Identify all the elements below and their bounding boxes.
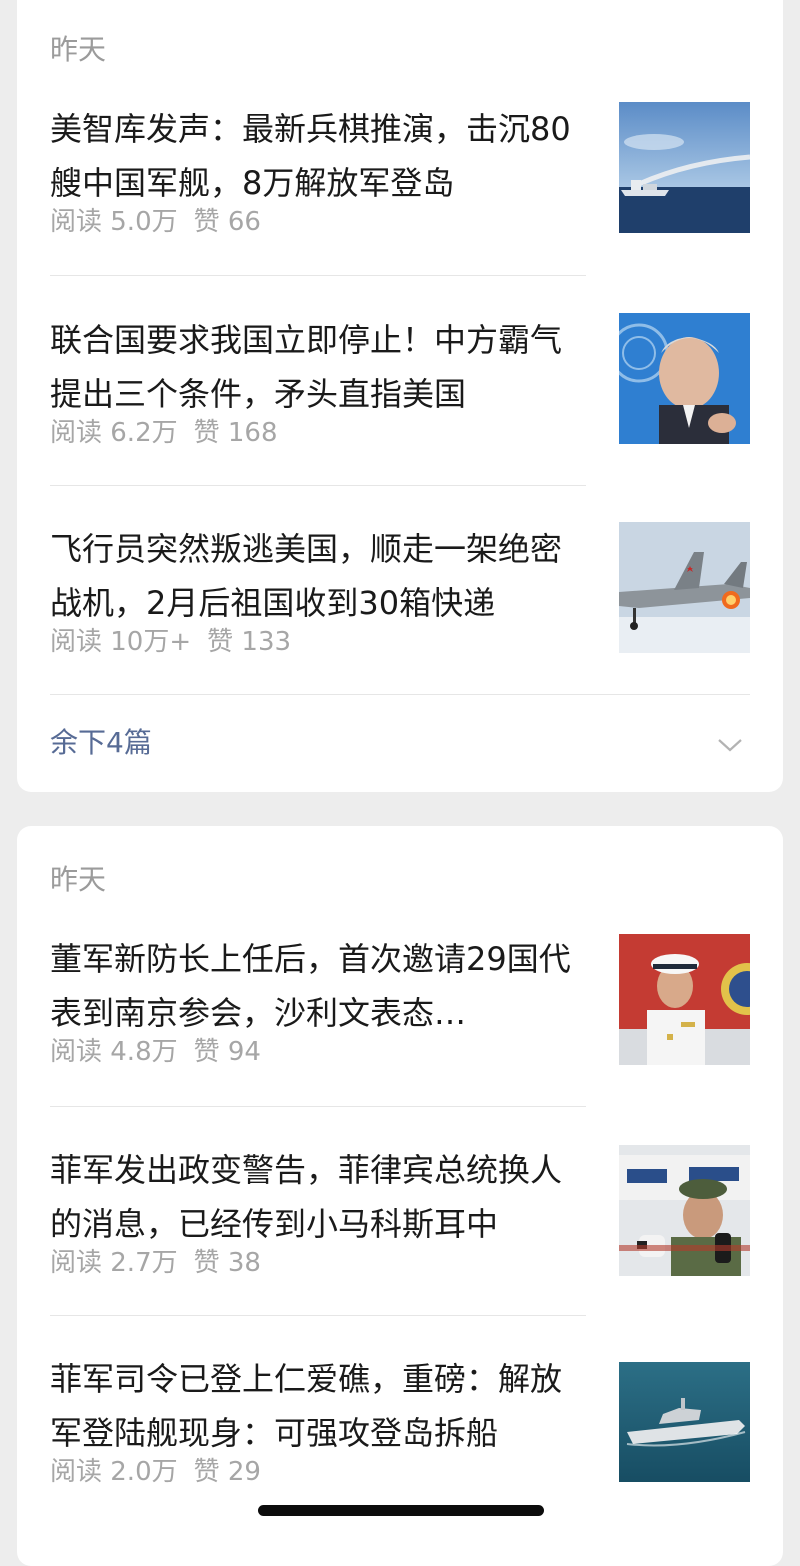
- article-item[interactable]: 董军新防长上任后，首次邀请29国代表到南京参会，沙利文表态… 阅读 4.8万赞 …: [50, 932, 750, 1072]
- article-thumbnail[interactable]: [619, 1362, 750, 1482]
- divider: [50, 694, 750, 695]
- group-date: 昨天: [50, 33, 107, 66]
- divider: [50, 1315, 586, 1316]
- read-count: 阅读 5.0万: [50, 207, 178, 237]
- divider: [50, 485, 586, 486]
- like-count: 赞 94: [193, 1037, 261, 1067]
- article-meta: 阅读 10万+ 赞 133: [50, 627, 307, 657]
- divider: [50, 1106, 586, 1107]
- like-count: 赞 38: [193, 1248, 261, 1278]
- article-meta: 阅读 6.2万赞 168: [50, 418, 294, 448]
- article-thumbnail[interactable]: [619, 1145, 750, 1276]
- read-count: 阅读 2.7万: [50, 1248, 178, 1278]
- article-item[interactable]: 飞行员突然叛逃美国，顺走一架绝密战机，2月后祖国收到30箱快递 阅读 10万+ 赞…: [50, 522, 750, 662]
- remaining-articles-link[interactable]: 余下4篇: [50, 727, 152, 759]
- article-item[interactable]: 联合国要求我国立即停止！中方霸气提出三个条件，矛头直指美国 阅读 6.2万赞 1…: [50, 313, 750, 453]
- like-count: 赞 29: [193, 1457, 261, 1487]
- article-thumbnail[interactable]: [619, 102, 750, 233]
- article-thumbnail[interactable]: [619, 522, 750, 653]
- article-group-card-2: 昨天 董军新防长上任后，首次邀请29国代表到南京参会，沙利文表态… 阅读 4.8…: [17, 826, 783, 1566]
- article-thumbnail[interactable]: [619, 934, 750, 1065]
- article-meta: 阅读 2.7万赞 38: [50, 1248, 277, 1278]
- like-count: 赞 66: [193, 207, 261, 237]
- article-title[interactable]: 董军新防长上任后，首次邀请29国代表到南京参会，沙利文表态…: [50, 932, 590, 1040]
- article-meta: 阅读 5.0万赞 66: [50, 207, 277, 237]
- article-group-card-1: 昨天 美智库发声：最新兵棋推演，击沉80艘中国军舰，8万解放军登岛 阅读 5.0…: [17, 0, 783, 792]
- article-title[interactable]: 飞行员突然叛逃美国，顺走一架绝密战机，2月后祖国收到30箱快递: [50, 522, 590, 630]
- read-count: 阅读 4.8万: [50, 1037, 178, 1067]
- like-count: 赞 168: [193, 418, 278, 448]
- article-item[interactable]: 美智库发声：最新兵棋推演，击沉80艘中国军舰，8万解放军登岛 阅读 5.0万赞 …: [50, 102, 750, 242]
- chevron-down-icon[interactable]: [717, 737, 743, 753]
- article-item[interactable]: 菲军发出政变警告，菲律宾总统换人的消息，已经传到小马科斯耳中 阅读 2.7万赞 …: [50, 1143, 750, 1283]
- article-meta: 阅读 4.8万赞 94: [50, 1037, 277, 1067]
- read-count: 阅读 10万+: [50, 627, 192, 657]
- article-title[interactable]: 联合国要求我国立即停止！中方霸气提出三个条件，矛头直指美国: [50, 313, 590, 421]
- article-meta: 阅读 2.0万赞 29: [50, 1457, 277, 1487]
- home-indicator[interactable]: [258, 1505, 544, 1516]
- read-count: 阅读 6.2万: [50, 418, 178, 448]
- divider: [50, 275, 586, 276]
- article-title[interactable]: 菲军司令已登上仁爱礁，重磅：解放军登陆舰现身：可强攻登岛拆船: [50, 1352, 590, 1460]
- article-item[interactable]: 菲军司令已登上仁爱礁，重磅：解放军登陆舰现身：可强攻登岛拆船 阅读 2.0万赞 …: [50, 1352, 750, 1492]
- read-count: 阅读 2.0万: [50, 1457, 178, 1487]
- article-thumbnail[interactable]: [619, 313, 750, 444]
- like-count: 赞 133: [207, 627, 292, 657]
- article-title[interactable]: 美智库发声：最新兵棋推演，击沉80艘中国军舰，8万解放军登岛: [50, 102, 590, 210]
- group-date: 昨天: [50, 863, 107, 896]
- article-title[interactable]: 菲军发出政变警告，菲律宾总统换人的消息，已经传到小马科斯耳中: [50, 1143, 590, 1251]
